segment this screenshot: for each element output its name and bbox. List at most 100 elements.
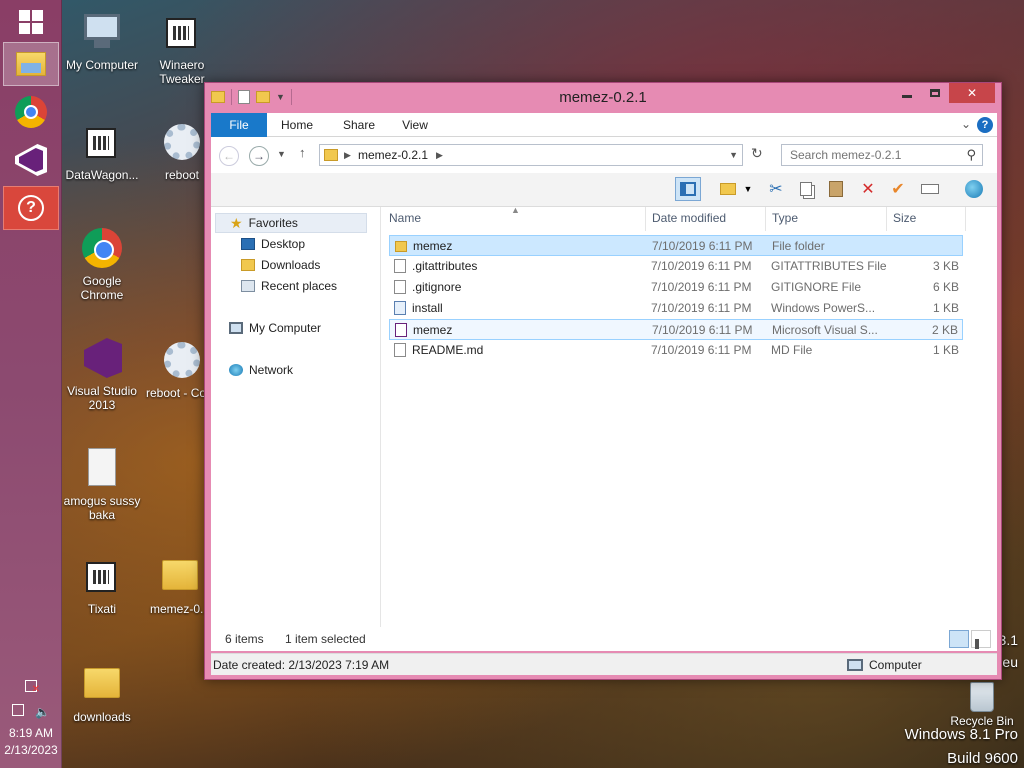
start-button[interactable]: [3, 0, 59, 44]
file-row[interactable]: install 7/10/2019 6:11 PM Windows PowerS…: [389, 298, 963, 319]
pane-layout-icon: [680, 182, 696, 196]
taskbar-help[interactable]: ?: [3, 186, 59, 230]
nav-favorites[interactable]: ★ Favorites: [215, 213, 367, 233]
close-button[interactable]: ✕: [949, 83, 995, 103]
column-header-type[interactable]: Type: [772, 211, 798, 231]
taskbar-file-explorer[interactable]: [3, 42, 59, 86]
address-field[interactable]: ▶ memez-0.2.1 ▶ ▼: [319, 144, 743, 166]
breadcrumb-item[interactable]: memez-0.2.1: [358, 148, 428, 162]
desktop-icon-downloads[interactable]: downloads: [60, 662, 144, 724]
chrome-icon: [15, 96, 47, 128]
desktop-icon-my-computer[interactable]: My Computer: [60, 10, 144, 72]
close-icon: ✕: [966, 86, 978, 100]
visual-studio-icon: [15, 144, 47, 176]
desktop-icon-tixati[interactable]: Tixati: [60, 554, 144, 616]
breadcrumb-chevron-icon[interactable]: ▶: [436, 150, 443, 161]
nav-my-computer[interactable]: My Computer: [229, 318, 321, 338]
details-bar: Date created: 2/13/2023 7:19 AM Computer: [211, 653, 997, 675]
desktop-icon-recycle-bin[interactable]: Recycle Bin: [940, 680, 1024, 728]
column-header-size[interactable]: Size: [893, 211, 916, 231]
visual-studio-icon: [80, 336, 124, 380]
watermark-build: Build 9600: [947, 750, 1018, 767]
file-row[interactable]: memez 7/10/2019 6:11 PM Microsoft Visual…: [389, 319, 963, 340]
rename-button[interactable]: [917, 177, 943, 201]
taskbar-visual-studio[interactable]: [3, 138, 59, 182]
network-icon[interactable]: [11, 704, 24, 716]
address-dropdown-icon[interactable]: ▼: [729, 150, 738, 160]
column-header-date[interactable]: Date modified: [652, 211, 726, 231]
file-row[interactable]: .gitignore 7/10/2019 6:11 PM GITIGNORE F…: [389, 277, 963, 298]
large-icons-view-button[interactable]: [971, 630, 991, 649]
up-arrow-icon: ↑: [299, 145, 306, 160]
preview-pane-button[interactable]: [675, 177, 701, 201]
column-header-name[interactable]: Name: [389, 211, 421, 231]
taskbar-chrome[interactable]: [3, 90, 59, 134]
expand-ribbon-chevron-icon[interactable]: ⌄: [961, 117, 971, 131]
nav-recent-places[interactable]: Recent places: [241, 276, 337, 296]
forward-button[interactable]: →: [249, 146, 269, 166]
search-box[interactable]: ⚲: [781, 144, 983, 166]
document-icon: [394, 280, 406, 294]
delete-button[interactable]: ✕: [855, 177, 881, 201]
file-row[interactable]: memez 7/10/2019 6:11 PM File folder: [389, 235, 963, 256]
file-row[interactable]: README.md 7/10/2019 6:11 PM MD File 1 KB: [389, 340, 963, 361]
desktop-icon-winaero-tweaker[interactable]: Winaero Tweaker: [140, 10, 224, 86]
cut-button[interactable]: ✂: [763, 177, 789, 201]
folder-icon: [80, 662, 124, 706]
back-button[interactable]: ←: [219, 146, 239, 166]
desktop-icon-text-file[interactable]: amogus sussy baka: [60, 446, 144, 522]
apply-button[interactable]: ✔: [885, 177, 911, 201]
recent-locations-chevron-icon[interactable]: ▼: [277, 149, 286, 159]
item-count: 6 items: [225, 632, 264, 646]
explorer-window[interactable]: ▼ memez-0.2.1 ✕ File Home Share View ⌄ ?…: [204, 82, 1002, 680]
nav-downloads[interactable]: Downloads: [241, 255, 320, 275]
computer-icon: [229, 322, 243, 334]
tixati-icon: [80, 554, 124, 598]
tab-home[interactable]: Home: [273, 113, 321, 137]
breadcrumb-chevron-icon[interactable]: ▶: [344, 150, 351, 161]
sort-chevron-icon: ▲: [511, 205, 520, 215]
organize-button[interactable]: [715, 177, 741, 201]
nav-network[interactable]: Network: [229, 360, 293, 380]
recycle-bin-icon: [960, 680, 1004, 712]
desktop-icon-datawagon[interactable]: DataWagon...: [60, 120, 144, 182]
file-row[interactable]: .gitattributes 7/10/2019 6:11 PM GITATTR…: [389, 256, 963, 277]
globe-button[interactable]: [961, 177, 987, 201]
help-icon[interactable]: ?: [977, 117, 993, 133]
large-icons-view-icon: [975, 639, 979, 649]
refresh-button[interactable]: ↻: [751, 145, 763, 162]
text-document-icon: [80, 446, 124, 490]
organize-dropdown-icon[interactable]: ▼: [741, 177, 755, 201]
maximize-button[interactable]: [921, 83, 949, 103]
desktop-icon-google-chrome[interactable]: Google Chrome: [60, 226, 144, 302]
volume-icon[interactable]: 🔈: [35, 705, 50, 719]
tab-share[interactable]: Share: [335, 113, 383, 137]
clipboard-icon: [829, 181, 843, 197]
computer-icon: [847, 659, 863, 671]
tab-file[interactable]: File: [211, 113, 267, 137]
paste-button[interactable]: [823, 177, 849, 201]
title-bar[interactable]: ▼ memez-0.2.1 ✕: [205, 83, 1001, 111]
clock-time[interactable]: 8:19 AM: [0, 726, 62, 740]
forward-arrow-icon: →: [253, 149, 265, 163]
search-icon[interactable]: ⚲: [966, 147, 976, 163]
recent-places-icon: [241, 280, 255, 292]
up-button[interactable]: ↑: [299, 145, 306, 160]
desktop-icon-visual-studio[interactable]: Visual Studio 2013: [60, 336, 144, 412]
file-list: ▲ Name Date modified Type Size memez 7/1…: [383, 205, 997, 627]
partial-text-2: eu: [1002, 654, 1018, 670]
clock-date[interactable]: 2/13/2023: [0, 743, 62, 757]
action-center-flag-icon: ✕: [25, 680, 40, 695]
details-view-button[interactable]: [949, 630, 969, 648]
app-icon: [160, 10, 204, 54]
search-input[interactable]: [788, 146, 958, 164]
file-explorer-icon: [16, 52, 46, 76]
copy-button[interactable]: [793, 177, 819, 201]
star-icon: ★: [230, 214, 243, 231]
nav-desktop[interactable]: Desktop: [241, 234, 305, 254]
minimize-button[interactable]: [893, 83, 921, 103]
tab-view[interactable]: View: [395, 113, 435, 137]
tray-flag[interactable]: ✕: [0, 680, 62, 695]
checkmark-icon: ✔: [891, 181, 905, 198]
watermark-edition: Windows 8.1 Pro: [904, 726, 1018, 743]
